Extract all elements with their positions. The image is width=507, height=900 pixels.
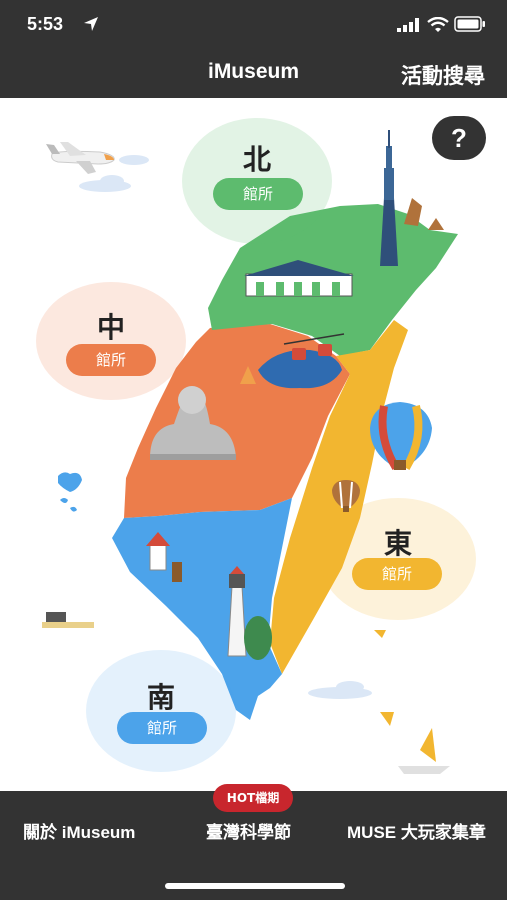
- battery-icon: [454, 16, 485, 32]
- help-button[interactable]: ?: [432, 116, 486, 160]
- penghu-islands: [58, 472, 82, 512]
- nav-bar: iMuseum 活動搜尋: [0, 52, 507, 98]
- region-south[interactable]: 南 館所: [86, 650, 236, 772]
- tab-about-imuseum[interactable]: 關於 iMuseum: [23, 818, 135, 843]
- location-arrow-icon: [84, 17, 98, 31]
- region-north-museum-button[interactable]: 館所: [213, 178, 303, 210]
- airplane-illustration: [46, 142, 115, 174]
- taipei-101-illustration: [380, 130, 398, 266]
- home-indicator: [165, 883, 345, 889]
- region-south-name: 南: [146, 681, 175, 714]
- region-central-museum-button[interactable]: 館所: [66, 344, 156, 376]
- cellular-signal-icon: [397, 18, 419, 32]
- sailboat-illustration: [374, 630, 450, 774]
- region-south-museum-button[interactable]: 館所: [117, 712, 207, 744]
- status-bar: 5:53: [0, 0, 507, 52]
- status-time: 5:53: [27, 14, 64, 34]
- region-central[interactable]: 中 館所: [36, 282, 186, 400]
- region-east[interactable]: 東 館所: [320, 498, 476, 620]
- hot-air-balloon-large: [370, 402, 432, 471]
- ship-illustration: [42, 612, 94, 628]
- event-search-button[interactable]: 活動搜尋: [401, 60, 485, 90]
- hot-badge: HOT檔期: [213, 784, 293, 812]
- tab-taiwan-science-festival[interactable]: 臺灣科學節: [206, 818, 291, 843]
- tab-bar: 關於 iMuseum HOT檔期 臺灣科學節 MUSE 大玩家集章: [0, 784, 507, 900]
- region-east-name: 東: [383, 527, 412, 560]
- region-central-name: 中: [96, 311, 125, 344]
- region-north-name: 北: [242, 143, 271, 176]
- wifi-icon: [427, 17, 449, 32]
- region-north[interactable]: 北 館所: [182, 118, 332, 244]
- tab-muse-stamp-collection[interactable]: MUSE 大玩家集章: [347, 818, 486, 843]
- region-east-museum-button[interactable]: 館所: [352, 558, 442, 590]
